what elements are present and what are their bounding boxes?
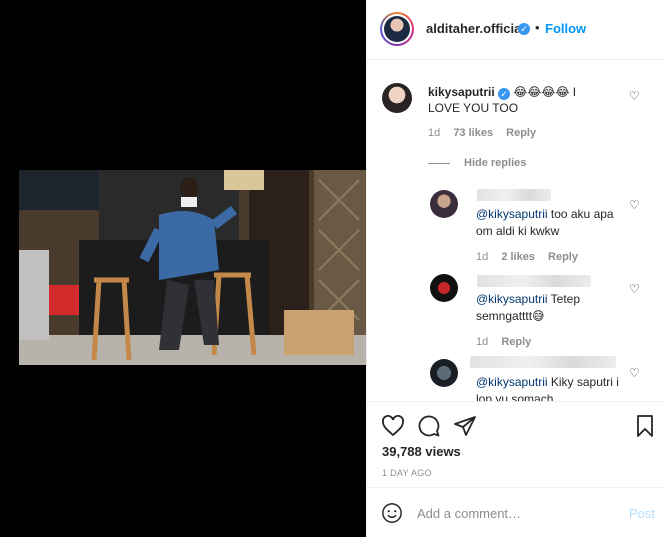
post-header: alditaher.official ✓ • Follow xyxy=(367,0,666,60)
video-player[interactable] xyxy=(19,170,366,365)
author-username[interactable]: alditaher.official xyxy=(426,21,525,36)
verified-icon: ✓ xyxy=(518,23,530,35)
follow-button[interactable]: Follow xyxy=(545,21,586,36)
post-timestamp[interactable]: 1 DAY AGO xyxy=(382,468,432,478)
mention-link[interactable]: @kikysaputrii xyxy=(476,375,548,389)
mention-link[interactable]: @kikysaputrii xyxy=(476,292,548,306)
post-panel: alditaher.official ✓ • Follow kikysaputr… xyxy=(366,0,666,537)
reply-button[interactable]: Reply xyxy=(501,336,531,348)
video-frame xyxy=(19,170,366,365)
view-count[interactable]: 39,788 views xyxy=(382,444,461,459)
replier-username-blurred[interactable] xyxy=(477,189,551,201)
post-media xyxy=(0,0,366,537)
commenter-avatar[interactable] xyxy=(382,83,412,113)
separator-dot: • xyxy=(535,20,540,35)
add-comment-bar: Post xyxy=(367,487,666,537)
reply-text: @kikysaputrii too aku apa om aldi ki kwk… xyxy=(476,207,614,238)
post-comment-button[interactable]: Post xyxy=(629,506,655,521)
replier-username-blurred[interactable] xyxy=(477,275,591,287)
comment-likes[interactable]: 73 likes xyxy=(453,127,493,139)
divider xyxy=(428,162,450,164)
like-comment-heart-icon[interactable]: ♡ xyxy=(629,283,641,295)
like-comment-heart-icon[interactable]: ♡ xyxy=(629,90,641,102)
reply-button[interactable]: Reply xyxy=(506,127,536,139)
like-comment-heart-icon[interactable]: ♡ xyxy=(629,367,641,379)
author-avatar[interactable] xyxy=(380,12,414,46)
replier-avatar[interactable] xyxy=(430,274,458,302)
like-heart-icon[interactable] xyxy=(381,414,405,441)
like-comment-heart-icon[interactable]: ♡ xyxy=(629,199,641,211)
reply-meta: 1d Reply xyxy=(476,336,541,348)
reply-text: @kikysaputrii Kiky saputri i lop yu soma… xyxy=(476,375,619,401)
comment-icon[interactable] xyxy=(417,414,441,441)
reply-time: 1d xyxy=(476,251,489,263)
replier-avatar[interactable] xyxy=(430,359,458,387)
add-comment-input[interactable] xyxy=(417,500,617,526)
comment-time: 1d xyxy=(428,127,441,139)
replier-username-blurred[interactable] xyxy=(470,356,616,368)
reply-time: 1d xyxy=(476,336,489,348)
bookmark-icon[interactable] xyxy=(633,414,657,441)
comments-list[interactable]: kikysaputrii ✓ 😂😂😂😂 I LOVE YOU TOO ♡ 1d … xyxy=(367,61,666,401)
verified-icon: ✓ xyxy=(498,88,511,100)
comment-meta: 1d 73 likes Reply xyxy=(428,127,546,139)
replier-avatar[interactable] xyxy=(430,190,458,218)
emoji-icon[interactable] xyxy=(381,502,403,527)
reply-likes[interactable]: 2 likes xyxy=(501,251,535,263)
mention-link[interactable]: @kikysaputrii xyxy=(476,207,548,221)
post-actions: 39,788 views 1 DAY AGO xyxy=(367,401,666,487)
share-icon[interactable] xyxy=(453,414,477,441)
hide-replies-button[interactable]: Hide replies xyxy=(428,157,526,169)
reply-meta: 1d 2 likes Reply xyxy=(476,251,588,263)
commenter-username[interactable]: kikysaputrii xyxy=(428,85,495,99)
reply-text: @kikysaputrii Tetep semngatttt😅 xyxy=(476,292,581,323)
reply-button[interactable]: Reply xyxy=(548,251,578,263)
